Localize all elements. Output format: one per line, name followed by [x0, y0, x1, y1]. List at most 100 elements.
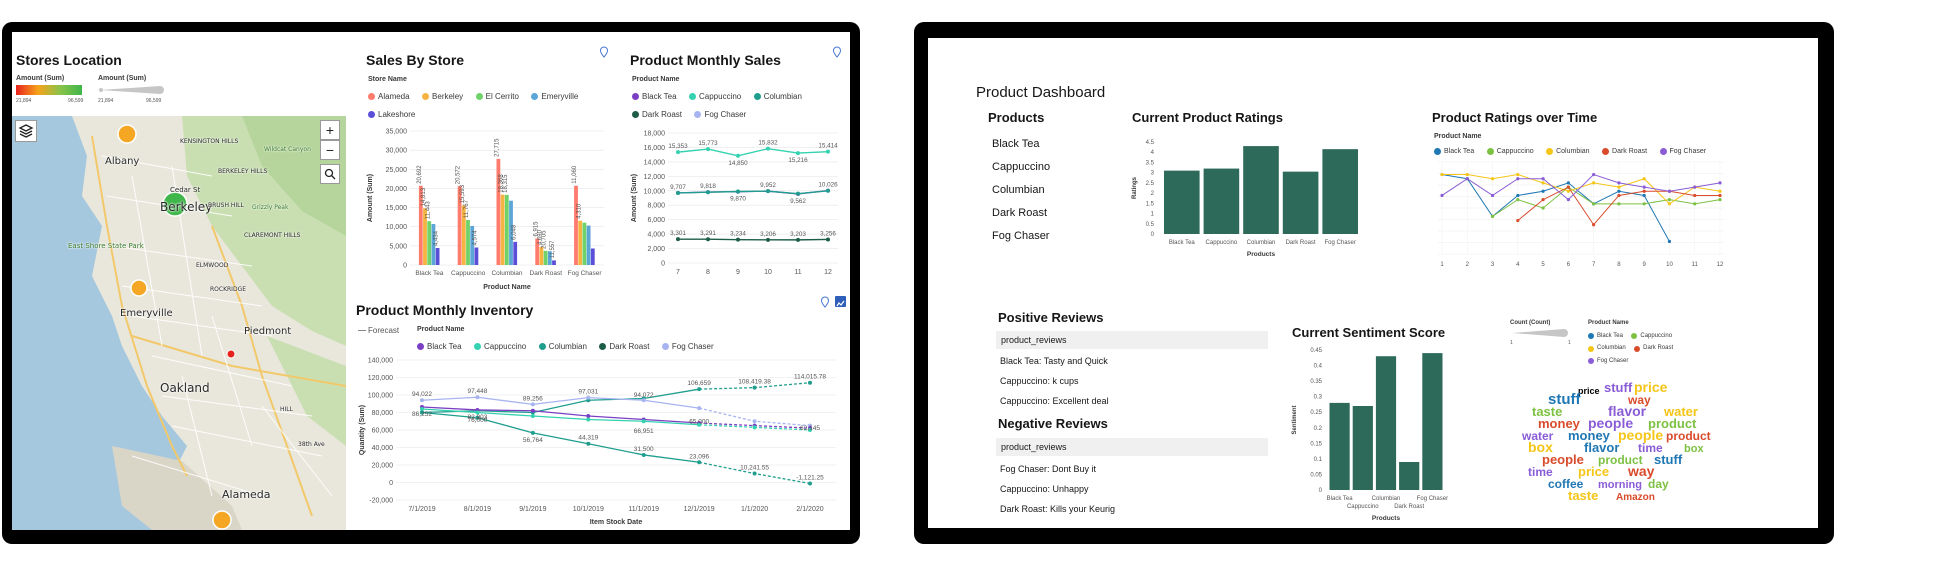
legend-item[interactable]: El Cerrito	[475, 92, 519, 101]
y-tick-label: 18,000	[644, 131, 666, 138]
legend-item[interactable]: Fog Chaser	[661, 342, 714, 351]
y-tick-label: 8,000	[647, 203, 665, 210]
data-label: 10,026	[818, 182, 838, 189]
legend-item[interactable]: Lakeshore	[368, 110, 415, 119]
legend-swatch	[417, 343, 424, 350]
x-tick-label: Dark Roast	[1394, 504, 1424, 510]
amount-size-max: 96,599	[146, 98, 162, 104]
y-tick-label: 14,000	[644, 159, 666, 166]
x-tick-label: 7/1/2019	[408, 506, 435, 513]
current-ratings-title: Current Product Ratings	[1132, 110, 1283, 125]
legend-item[interactable]: Emeryville	[531, 92, 578, 101]
product-item[interactable]: Columbian	[992, 184, 1045, 196]
legend-item[interactable]: Cappuccino	[474, 342, 526, 351]
x-tick-label: Fog Chaser	[568, 270, 603, 277]
data-label: 56,764	[523, 437, 543, 444]
data-point	[766, 146, 770, 151]
inventory-forecast-icon[interactable]	[835, 296, 846, 307]
legend-swatch	[661, 343, 669, 350]
series-line	[421, 406, 700, 424]
y-tick-label: 0.45	[1310, 348, 1322, 354]
legend-swatch	[1588, 345, 1594, 352]
map-label-east-shore: East Shore State Park	[68, 242, 144, 250]
legend-item[interactable]: Dark Roast	[632, 110, 682, 119]
map-label-elmwood: ELMWOOD	[196, 262, 229, 269]
legend-item[interactable]: Dark Roast	[1634, 343, 1673, 354]
product-item[interactable]: Cappuccino	[992, 161, 1050, 173]
stores-location-title: Stores Location	[16, 52, 122, 68]
legend-item[interactable]: Black Tea	[632, 92, 677, 101]
legend-label: Columbian	[548, 342, 587, 351]
legend-item[interactable]: Fog Chaser	[694, 110, 746, 119]
bar	[1322, 149, 1358, 234]
inventory-pin-icon[interactable]	[820, 296, 830, 308]
legend-item[interactable]: Cappuccino	[1631, 331, 1672, 342]
monthly-sales-pin-icon[interactable]	[832, 46, 842, 58]
x-tick-label: 11	[794, 269, 801, 276]
review-item[interactable]: Black Tea: Tasty and Quick	[1000, 356, 1108, 366]
legend-item[interactable]: Cappuccino	[689, 92, 741, 101]
x-tick-label: 12	[824, 269, 832, 276]
positive-reviews-header[interactable]: product_reviews	[996, 331, 1268, 349]
legend-item[interactable]: Berkeley	[422, 92, 463, 101]
review-item[interactable]: Fog Chaser: Dont Buy it	[1000, 464, 1096, 474]
x-tick-label: Cappuccino	[1347, 504, 1379, 510]
legend-label: Columbian	[763, 92, 802, 101]
map-label-berkeley: Berkeley	[160, 200, 213, 214]
y-tick-label: 10,000	[386, 224, 408, 231]
x-tick-label: 9	[1643, 262, 1647, 268]
legend-item[interactable]: Black Tea	[1588, 331, 1623, 342]
legend-item[interactable]: Dark Roast	[599, 342, 649, 351]
amount-color-min: 21,894	[16, 98, 32, 104]
zoom-out-button[interactable]: −	[320, 140, 340, 160]
bar	[513, 241, 518, 265]
data-point	[1617, 193, 1621, 198]
data-point	[736, 189, 740, 194]
amount-color-legend-title: Amount (Sum)	[16, 75, 65, 82]
data-point	[1440, 193, 1444, 198]
data-label: 3,206	[760, 231, 776, 238]
negative-reviews-header[interactable]: product_reviews	[996, 438, 1268, 456]
sales-by-store-pin-icon[interactable]	[599, 46, 609, 58]
x-axis-label: Products	[1372, 515, 1401, 522]
data-point	[1490, 177, 1495, 181]
legend-item[interactable]: Columbian	[1588, 343, 1626, 354]
legend-swatch	[1631, 333, 1638, 339]
data-label: 3,291	[700, 230, 716, 237]
x-tick-label: 4	[1516, 262, 1520, 268]
review-item[interactable]: Cappuccino: Unhappy	[1000, 484, 1089, 494]
legend-label: Dark Roast	[642, 110, 683, 119]
map-search-icon[interactable]	[320, 164, 340, 184]
legend-label: Alameda	[378, 92, 410, 101]
bar	[590, 248, 595, 265]
layers-icon[interactable]	[15, 120, 37, 142]
legend-item[interactable]: Columbian	[538, 342, 587, 351]
data-point	[697, 406, 702, 411]
map-label-grizzly: Grizzly Peak	[252, 204, 289, 211]
word-cloud-word: day	[1648, 477, 1669, 491]
current-ratings-chart: 0 0.5 1 1.5 2 2.5 3 3.5 4 4.5 Ratings Black Tea Capp…	[1132, 140, 1358, 258]
legend-item[interactable]: Columbian	[753, 92, 802, 101]
legend-item[interactable]: Black Tea	[417, 342, 462, 351]
review-item[interactable]: Cappuccino: k cups	[1000, 376, 1079, 386]
data-point	[1667, 189, 1672, 193]
product-item[interactable]: Black Tea	[992, 138, 1040, 150]
legend-swatch	[474, 343, 481, 350]
data-point	[766, 237, 770, 242]
data-label: 15,832	[758, 140, 778, 147]
product-item[interactable]: Fog Chaser	[992, 230, 1049, 242]
stores-map[interactable]: Albany Berkeley East Shore State Park Em…	[12, 116, 346, 530]
data-label: 62,145	[800, 425, 820, 432]
sales-by-store-legend-title: Store Name	[368, 76, 407, 83]
zoom-in-button[interactable]: +	[320, 120, 340, 140]
word-cloud-word: product	[1666, 429, 1711, 443]
review-item[interactable]: Cappuccino: Excellent deal	[1000, 396, 1109, 406]
legend-label: Lakeshore	[378, 110, 416, 119]
legend-item[interactable]: Alameda	[368, 92, 410, 101]
legend-item[interactable]: Fog Chaser	[1588, 356, 1628, 367]
product-item[interactable]: Dark Roast	[992, 207, 1047, 219]
review-item[interactable]: Dark Roast: Kills your Keurig	[1000, 504, 1115, 514]
word-cloud-word: stuff	[1654, 452, 1683, 467]
data-label: 97,448	[467, 388, 487, 395]
legend-swatch	[1634, 345, 1641, 352]
